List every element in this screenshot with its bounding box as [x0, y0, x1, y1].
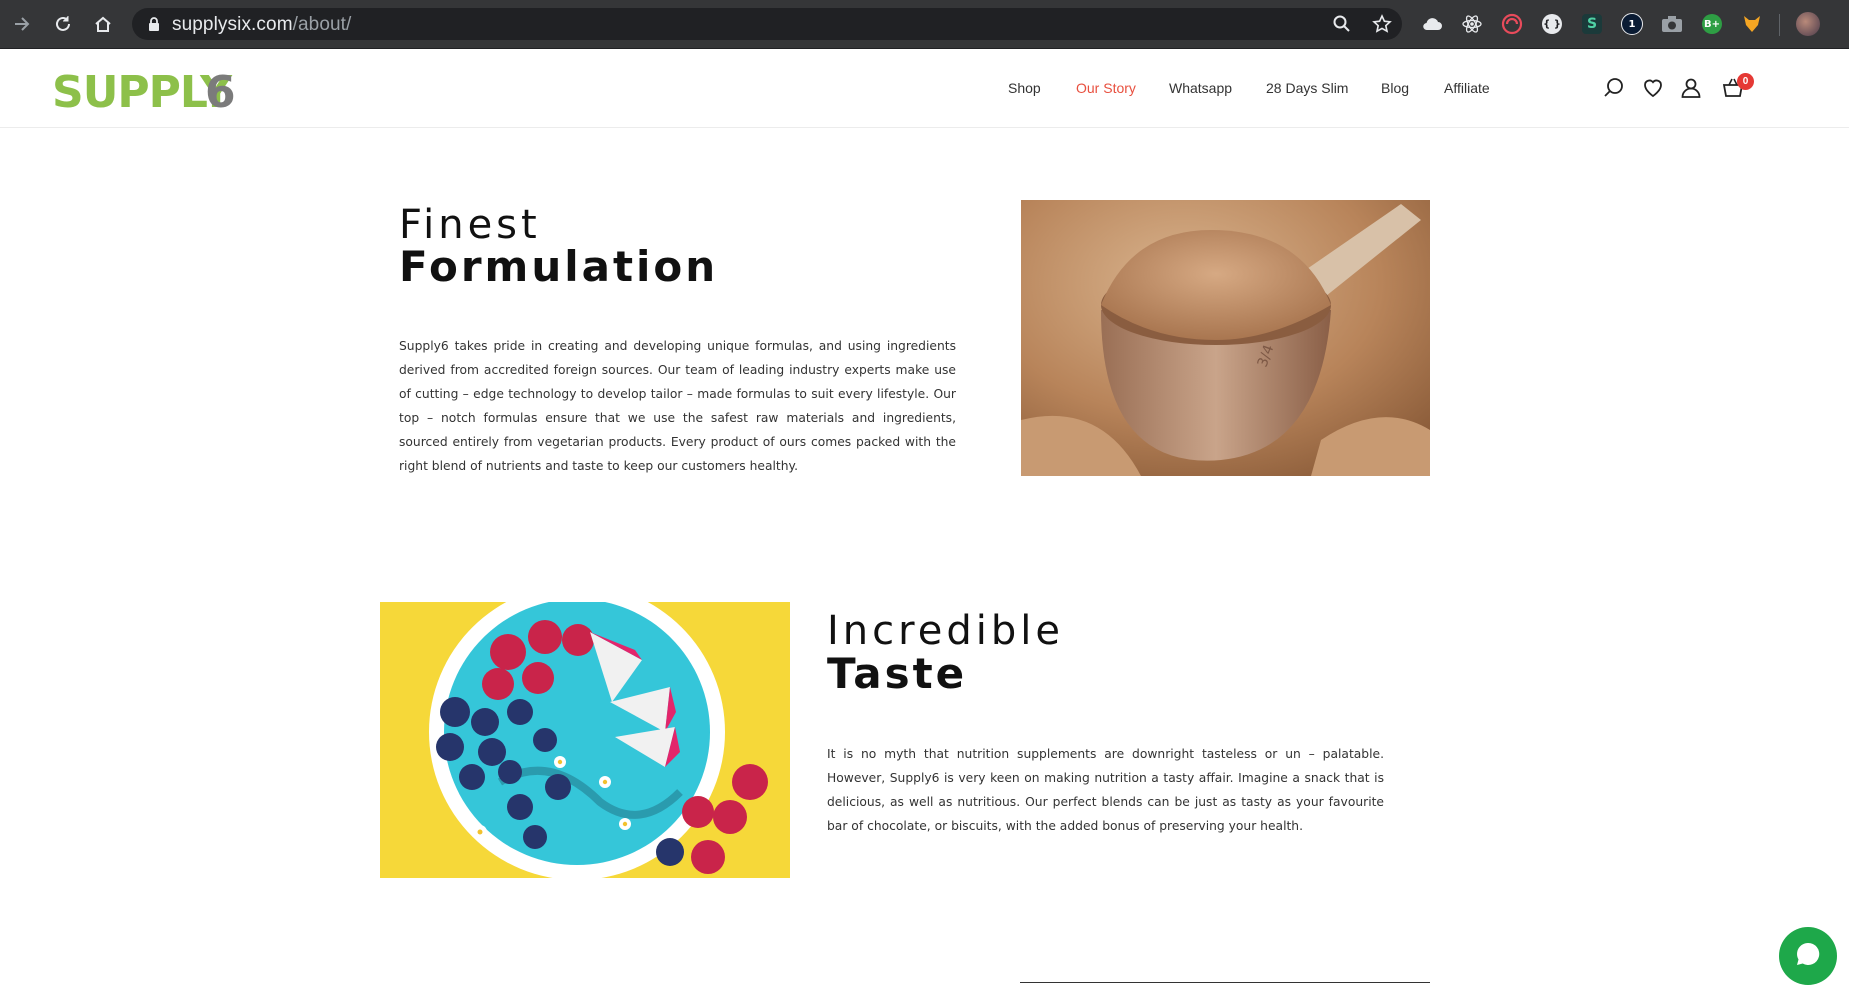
- cart-count-badge: 0: [1737, 73, 1754, 90]
- next-section-divider: [1020, 982, 1430, 983]
- lock-icon: [148, 16, 160, 37]
- nav-our-story[interactable]: Our Story: [1076, 80, 1136, 96]
- cloud-icon[interactable]: [1420, 12, 1444, 36]
- account-user-icon[interactable]: [1679, 76, 1703, 100]
- smoothie-bowl-image: [380, 602, 790, 878]
- fox-icon[interactable]: [1740, 12, 1764, 36]
- nav-shop[interactable]: Shop: [1008, 80, 1041, 96]
- protein-powder-scoop-image: 3/4: [1021, 200, 1430, 476]
- supply6-logo[interactable]: SUPPLY 6: [52, 65, 242, 118]
- bookmark-star-icon[interactable]: [1372, 14, 1392, 34]
- nav-affiliate[interactable]: Affiliate: [1444, 80, 1490, 96]
- site-header: SUPPLY 6 Shop Our Story Whatsapp 28 Days…: [0, 49, 1849, 128]
- forward-icon[interactable]: [10, 12, 34, 36]
- react-icon[interactable]: [1460, 12, 1484, 36]
- browser-toolbar: supplysix.com/about/ { } S 1 B+: [0, 0, 1849, 49]
- section2-heading-bold: Taste: [827, 649, 968, 698]
- chat-button[interactable]: [1779, 927, 1837, 985]
- s-icon[interactable]: S: [1580, 12, 1604, 36]
- swirl-icon[interactable]: [1500, 12, 1524, 36]
- url-path: /about/: [292, 14, 352, 35]
- chat-bubble-icon: [1794, 940, 1822, 973]
- url-text: supplysix.com/about/: [172, 14, 351, 36]
- reload-icon[interactable]: [51, 12, 75, 36]
- nav-whatsapp[interactable]: Whatsapp: [1169, 80, 1232, 96]
- b-plus-icon[interactable]: B+: [1700, 12, 1724, 36]
- search-icon[interactable]: [1602, 76, 1626, 100]
- section2-heading-light: Incredible: [827, 608, 1064, 654]
- camera-icon[interactable]: [1660, 12, 1684, 36]
- svg-text:6: 6: [205, 67, 236, 113]
- toolbar-divider: [1779, 14, 1780, 36]
- nav-blog[interactable]: Blog: [1381, 80, 1409, 96]
- section1-heading-bold: Formulation: [399, 242, 719, 291]
- section1-body: Supply6 takes pride in creating and deve…: [399, 339, 956, 473]
- one-icon[interactable]: 1: [1620, 12, 1644, 36]
- home-icon[interactable]: [91, 12, 115, 36]
- section1-heading-light: Finest: [399, 202, 541, 248]
- url-domain: supplysix.com: [172, 14, 293, 35]
- address-bar[interactable]: supplysix.com/about/: [132, 8, 1402, 40]
- zoom-icon[interactable]: [1332, 14, 1352, 34]
- bracket-icon[interactable]: { }: [1540, 12, 1564, 36]
- wishlist-heart-icon[interactable]: [1641, 76, 1665, 100]
- nav-28-days-slim[interactable]: 28 Days Slim: [1266, 80, 1348, 96]
- avatar[interactable]: [1796, 12, 1820, 36]
- section2-body: It is no myth that nutrition supplements…: [827, 747, 1384, 833]
